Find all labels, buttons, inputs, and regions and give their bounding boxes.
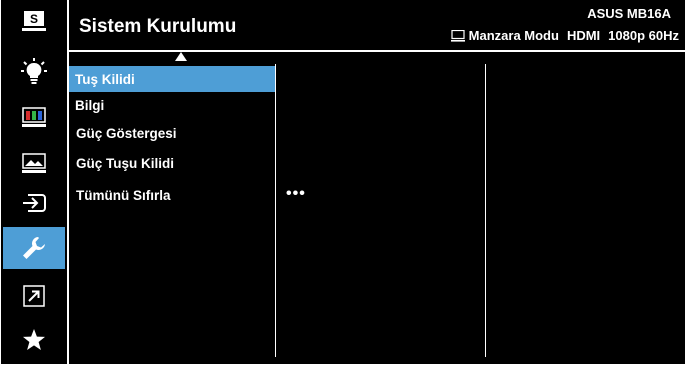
osd-window: S Sistem Kurulumu ASUS MB16A Manzara Mod… xyxy=(1,0,685,364)
sidebar-item-splendid[interactable]: S xyxy=(3,0,65,42)
wrench-icon xyxy=(23,237,45,259)
sidebar-item-input-select[interactable] xyxy=(3,182,65,224)
menu-item-label: Bilgi xyxy=(75,97,105,113)
status-bar: Manzara Modu HDMI 1080p 60Hz xyxy=(450,28,679,43)
column-divider xyxy=(275,64,276,357)
sidebar-item-myfavorite[interactable] xyxy=(3,319,65,361)
more-indicator: ••• xyxy=(286,185,306,202)
column-divider xyxy=(485,64,486,357)
sidebar-item-blue-light[interactable] xyxy=(3,50,65,92)
resolution-text: 1080p 60Hz xyxy=(608,28,679,43)
menu-item-label: Güç Göstergesi xyxy=(76,125,177,141)
color-bars-icon xyxy=(22,107,46,127)
menu-item-label: Tuş Kilidi xyxy=(75,71,135,87)
page-title: Sistem Kurulumu xyxy=(79,16,237,37)
menu-item-key-lock[interactable]: Tuş Kilidi xyxy=(69,66,275,92)
model-name: ASUS MB16A xyxy=(587,6,671,21)
input-text: HDMI xyxy=(566,28,601,43)
orientation-text: Manzara Modu xyxy=(468,28,559,43)
sidebar-item-system-setup[interactable] xyxy=(3,227,65,269)
shortcut-arrow-icon xyxy=(23,285,45,307)
sidebar-item-shortcut[interactable] xyxy=(3,275,65,317)
svg-text:S: S xyxy=(30,12,38,26)
header-divider xyxy=(69,50,685,52)
bulb-icon xyxy=(21,58,47,84)
menu-item-reset-all[interactable]: Tümünü Sıfırla xyxy=(69,182,282,208)
scroll-up-arrow-icon[interactable] xyxy=(175,52,187,61)
menu-item-info[interactable]: Bilgi xyxy=(69,92,281,118)
menu-item-label: Güç Tuşu Kilidi xyxy=(76,155,175,171)
sidebar-item-image[interactable] xyxy=(3,142,65,184)
menu-item-label: Tümünü Sıfırla xyxy=(76,187,171,203)
monitor-icon xyxy=(450,29,465,42)
image-icon xyxy=(22,153,46,173)
menu-item-power-indicator[interactable]: Güç Göstergesi xyxy=(69,120,282,146)
sidebar-item-color[interactable] xyxy=(3,96,65,138)
star-icon xyxy=(23,329,45,350)
header: Sistem Kurulumu ASUS MB16A Manzara Modu … xyxy=(69,0,685,50)
menu-item-power-key-lock[interactable]: Güç Tuşu Kilidi xyxy=(69,150,282,176)
splendid-s-icon: S xyxy=(22,11,46,31)
sidebar: S xyxy=(1,0,67,364)
input-select-icon xyxy=(23,194,46,212)
